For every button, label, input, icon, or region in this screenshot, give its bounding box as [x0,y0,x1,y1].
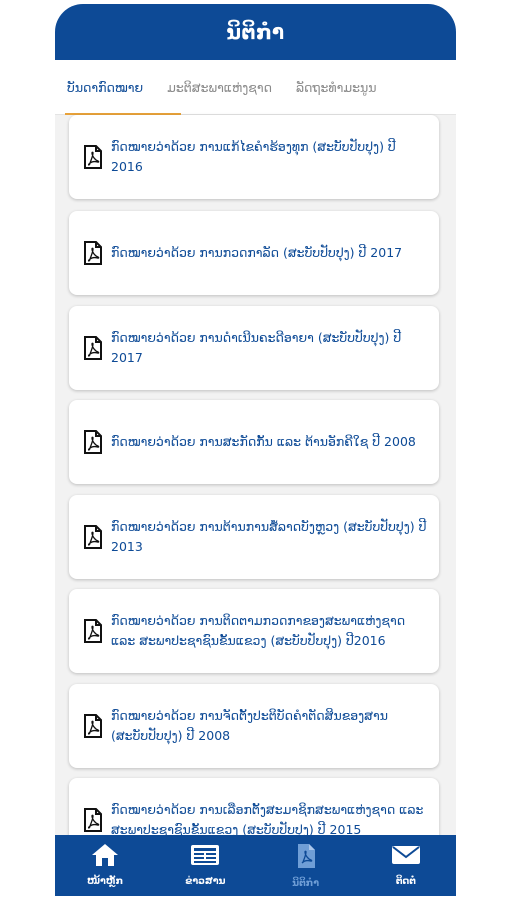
app-header: ນິຕິກຳ [55,4,456,60]
nav-contact-label: ຕິດຕໍ່ [395,876,416,887]
document-card[interactable]: ກົດໝາຍວ່າດ້ວຍ ການດຳເນີນຄະດີອາຍາ (ສະບັບປັ… [69,306,439,390]
document-card[interactable]: ກົດໝາຍວ່າດ້ວຍ ການສະກັດກັ້ນ ແລະ ຕ້ານອັກຄີ… [69,400,439,484]
page-title: ນິຕິກຳ [226,20,285,44]
nav-legislation-label: ນິຕິກຳ [292,878,320,889]
document-title: ກົດໝາຍວ່າດ້ວຍ ການກວດກາລັດ (ສະບັບປັບປຸງ) … [111,245,403,260]
nav-home[interactable]: ໜ້າຫຼັກ [65,843,145,887]
document-icon [295,843,317,873]
pdf-icon [75,335,111,361]
pdf-icon [75,144,111,170]
tab-constitution[interactable]: ລັດຖະທຳມະນູນ [296,60,377,114]
pdf-icon [75,618,111,644]
tab-resolutions[interactable]: ມະຕິສະພາແຫ່ງຊາດ [167,60,272,114]
document-title: ກົດໝາຍວ່າດ້ວຍ ການສະກັດກັ້ນ ແລະ ຕ້ານອັກຄີ… [111,434,416,449]
app-frame: ນິຕິກຳ ບັນດາກົດໝາຍ ມະຕິສະພາແຫ່ງຊາດ ລັດຖະ… [55,4,456,896]
document-title: ກົດໝາຍວ່າດ້ວຍ ການແກ້ໄຂຄຳຮ້ອງທຸກ (ສະບັບປັ… [111,139,396,174]
nav-contact[interactable]: ຕິດຕໍ່ [366,843,446,887]
pdf-icon [75,429,111,455]
pdf-icon [75,240,111,266]
nav-news[interactable]: ຂ່າວສານ [165,843,245,887]
document-card[interactable]: ກົດໝາຍວ່າດ້ວຍ ການຕິດຕາມກວດກາຂອງສະພາແຫ່ງຊ… [69,589,439,673]
document-title: ກົດໝາຍວ່າດ້ວຍ ການຕິດຕາມກວດກາຂອງສະພາແຫ່ງຊ… [111,613,406,648]
tab-laws[interactable]: ບັນດາກົດໝາຍ [67,60,143,114]
document-card[interactable]: ກົດໝາຍວ່າດ້ວຍ ການຈັດຕັ້ງປະຕິບັດຄຳຕັດສິນຂ… [69,684,439,768]
document-title: ກົດໝາຍວ່າດ້ວຍ ການຕ້ານການສໍ້ລາດບັງຫຼວງ (ສ… [111,519,427,554]
tab-bar: ບັນດາກົດໝາຍ ມະຕິສະພາແຫ່ງຊາດ ລັດຖະທຳມະນູນ [55,60,456,115]
bottom-navigation: ໜ້າຫຼັກ ຂ່າວສານ ນິຕິກຳ ຕິດຕໍ່ [55,835,456,896]
nav-home-label: ໜ້າຫຼັກ [87,876,124,887]
nav-legislation[interactable]: ນິຕິກຳ [266,843,346,889]
pdf-icon [75,807,111,833]
nav-news-label: ຂ່າວສານ [185,876,226,887]
document-card[interactable]: ກົດໝາຍວ່າດ້ວຍ ການຕ້ານການສໍ້ລາດບັງຫຼວງ (ສ… [69,495,439,579]
document-title: ກົດໝາຍວ່າດ້ວຍ ການດຳເນີນຄະດີອາຍາ (ສະບັບປັ… [111,330,402,365]
document-title: ກົດໝາຍວ່າດ້ວຍ ການຈັດຕັ້ງປະຕິບັດຄຳຕັດສິນຂ… [111,708,388,743]
pdf-icon [75,524,111,550]
pdf-icon [75,713,111,739]
document-card[interactable]: ກົດໝາຍວ່າດ້ວຍ ການກວດກາລັດ (ສະບັບປັບປຸງ) … [69,211,439,295]
document-title: ກົດໝາຍວ່າດ້ວຍ ການເລືອກຕັ້ງສະມາຊິກສະພາແຫ່… [111,802,424,837]
home-icon [91,843,119,871]
document-card[interactable]: ກົດໝາຍວ່າດ້ວຍ ການແກ້ໄຂຄຳຮ້ອງທຸກ (ສະບັບປັ… [69,115,439,199]
mail-icon [391,843,421,871]
news-icon [190,843,220,871]
